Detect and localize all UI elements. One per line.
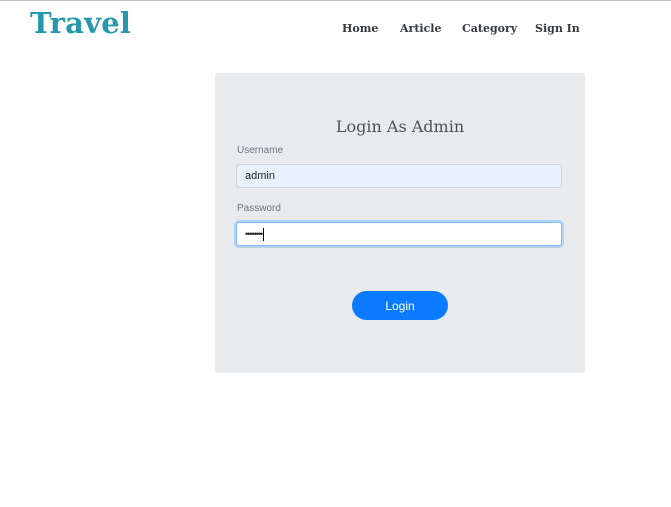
nav-item-sign-in[interactable]: Sign In (535, 22, 580, 35)
nav-item-home[interactable]: Home (342, 22, 378, 35)
login-button[interactable]: Login (352, 291, 448, 320)
username-label: Username (237, 145, 284, 156)
login-panel: Login As Admin Username admin Password •… (215, 73, 585, 373)
nav-item-article[interactable]: Article (400, 22, 441, 35)
username-field[interactable]: admin (236, 164, 562, 188)
main-nav: Home Article Category Sign In (0, 22, 671, 36)
top-border (0, 0, 671, 1)
password-label: Password (237, 203, 281, 214)
text-caret (263, 228, 265, 242)
password-value: •••••••• (245, 229, 263, 239)
login-title: Login As Admin (335, 117, 465, 136)
password-field[interactable]: •••••••• (236, 222, 562, 246)
nav-item-category[interactable]: Category (462, 22, 517, 35)
